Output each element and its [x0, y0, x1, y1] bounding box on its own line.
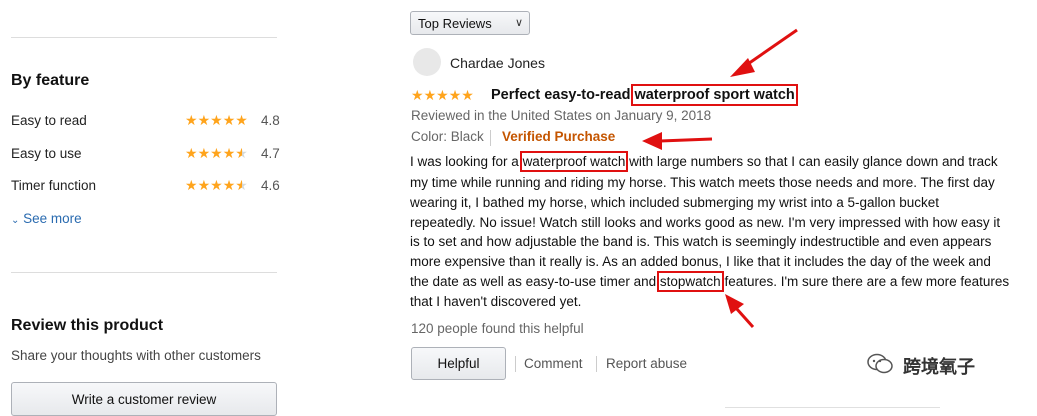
arrow-icon — [725, 294, 755, 329]
annotation-arrows — [642, 28, 798, 329]
arrow-icon — [730, 28, 798, 77]
arrow-icon — [642, 132, 713, 150]
